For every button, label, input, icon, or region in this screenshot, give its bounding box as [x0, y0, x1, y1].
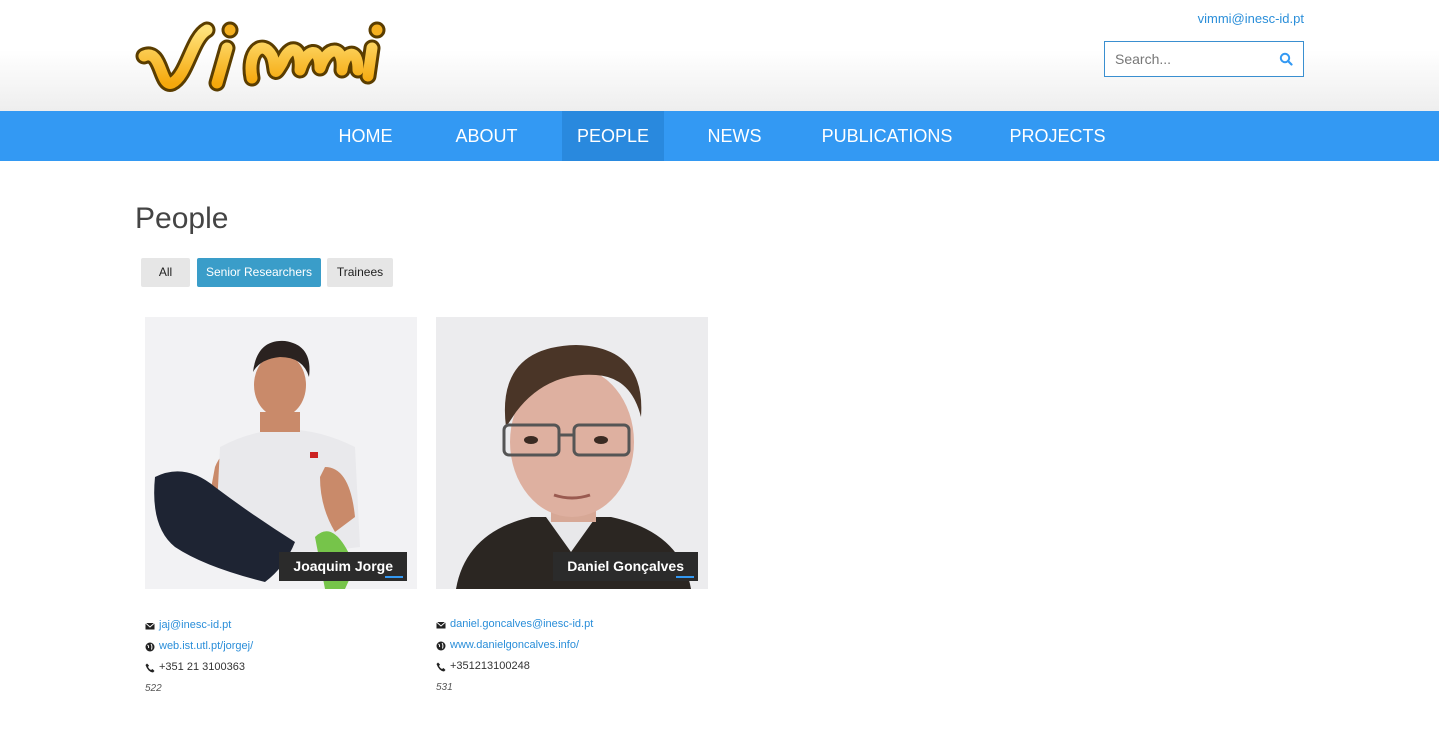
nav-about[interactable]: ABOUT	[437, 111, 536, 161]
globe-icon	[436, 641, 446, 650]
envelope-icon	[145, 622, 155, 629]
person-name: Joaquim Jorge	[293, 558, 393, 574]
filter-all-button[interactable]: All	[141, 258, 190, 287]
person-email-link[interactable]: jaj@inesc-id.pt	[159, 615, 231, 636]
globe-icon	[145, 642, 155, 651]
envelope-icon	[436, 621, 446, 628]
person-photo[interactable]: Joaquim Jorge	[145, 317, 417, 589]
contact-email-link[interactable]: vimmi@inesc-id.pt	[1198, 11, 1304, 26]
phone-icon	[436, 662, 446, 671]
name-tag-accent	[385, 576, 403, 578]
person-room: 522	[145, 683, 162, 694]
nav-news[interactable]: NEWS	[690, 111, 779, 161]
nav-projects[interactable]: PROJECTS	[995, 111, 1120, 161]
person-card: Joaquim Jorge jaj@inesc-id.pt web.ist.ut…	[145, 317, 417, 694]
person-portrait-image	[145, 317, 417, 589]
person-website-link[interactable]: web.ist.utl.pt/jorgej/	[159, 636, 253, 657]
person-name-tag: Joaquim Jorge	[279, 552, 407, 581]
person-phone: +351 21 3100363	[159, 661, 245, 673]
person-info: jaj@inesc-id.pt web.ist.utl.pt/jorgej/ +…	[145, 615, 417, 699]
site-logo[interactable]	[132, 8, 407, 100]
person-name: Daniel Gonçalves	[567, 558, 684, 574]
person-email-link[interactable]: daniel.goncalves@inesc-id.pt	[450, 614, 593, 635]
person-portrait-image	[436, 317, 708, 589]
phone-icon	[145, 663, 155, 672]
filter-senior-researchers-button[interactable]: Senior Researchers	[197, 258, 321, 287]
search-input[interactable]	[1105, 42, 1270, 76]
person-email-row: daniel.goncalves@inesc-id.pt	[436, 614, 708, 635]
nav-publications[interactable]: PUBLICATIONS	[805, 111, 969, 161]
person-phone-row: +351213100248	[436, 656, 708, 677]
person-room: 531	[436, 682, 453, 693]
person-phone: +351213100248	[450, 660, 530, 672]
name-tag-accent	[676, 576, 694, 578]
person-website-link[interactable]: www.danielgoncalves.info/	[450, 635, 579, 656]
site-header: vimmi@inesc-id.pt	[0, 0, 1439, 111]
person-info: daniel.goncalves@inesc-id.pt www.danielg…	[436, 614, 708, 698]
vimmi-logo-icon	[135, 21, 386, 92]
nav-home[interactable]: HOME	[320, 111, 411, 161]
person-website-row: www.danielgoncalves.info/	[436, 635, 708, 656]
person-phone-row: +351 21 3100363	[145, 657, 417, 678]
person-photo[interactable]: Daniel Gonçalves	[436, 317, 708, 589]
page-title: People	[135, 202, 229, 235]
person-name-tag: Daniel Gonçalves	[553, 552, 698, 581]
person-email-row: jaj@inesc-id.pt	[145, 615, 417, 636]
filter-trainees-button[interactable]: Trainees	[327, 258, 393, 287]
main-navbar: HOME ABOUT PEOPLE NEWS PUBLICATIONS PROJ…	[0, 111, 1439, 161]
search-icon[interactable]	[1279, 52, 1293, 66]
search-box	[1104, 41, 1304, 77]
person-card: Daniel Gonçalves daniel.goncalves@inesc-…	[436, 317, 708, 693]
person-website-row: web.ist.utl.pt/jorgej/	[145, 636, 417, 657]
nav-people[interactable]: PEOPLE	[562, 111, 664, 161]
